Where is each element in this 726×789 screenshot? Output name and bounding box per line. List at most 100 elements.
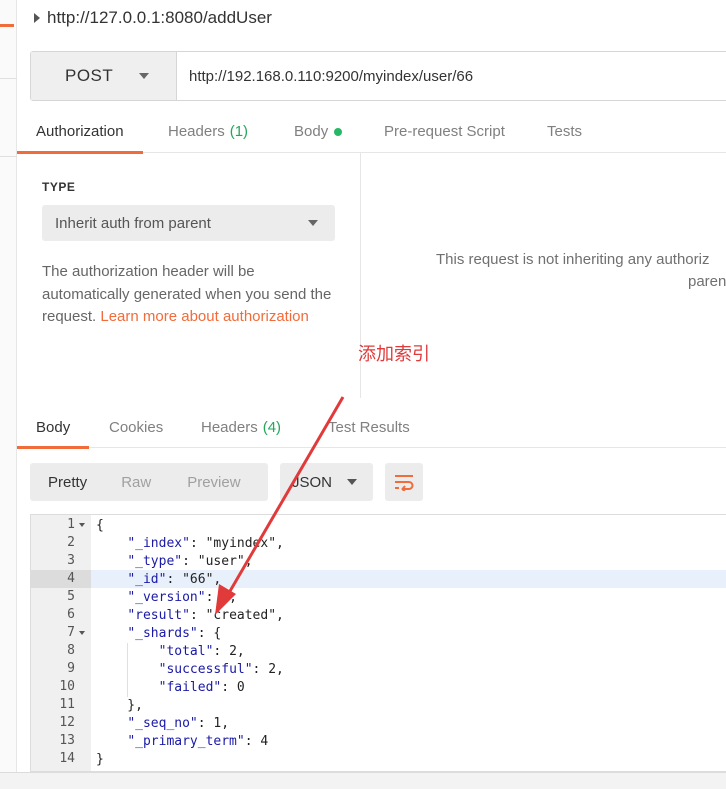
code-text: "_seq_no": 1,: [127, 715, 230, 731]
divider: [0, 78, 17, 79]
line-number: 11: [59, 697, 75, 712]
format-select[interactable]: JSON: [280, 463, 373, 501]
active-indicator: [0, 24, 14, 27]
pretty-button[interactable]: Pretty: [48, 474, 87, 491]
tab-label: Cookies: [109, 419, 164, 436]
line-number: 7: [31, 624, 91, 642]
code-text: },: [96, 697, 143, 713]
code-text: {: [96, 517, 104, 533]
tab-label: Pre-request Script: [384, 123, 505, 140]
auth-inherit-message-line2: paren: [688, 273, 726, 290]
tab-label: Headers: [201, 419, 258, 436]
caret-right-icon[interactable]: [34, 13, 40, 23]
auth-type-panel: TYPE Inherit auth from parent The author…: [17, 153, 361, 398]
divider: [0, 156, 17, 157]
code-line: 13 "_primary_term": 4: [31, 732, 726, 750]
wrap-lines-button[interactable]: [385, 463, 423, 501]
code-text: "_version": 1,: [127, 589, 237, 605]
tab-cookies[interactable]: Cookies: [109, 407, 163, 448]
code-line: 6 "result": "created",: [31, 606, 726, 624]
tab-count: (1): [229, 123, 249, 140]
tab-tests[interactable]: Tests: [547, 110, 582, 153]
tab-label: Headers: [168, 123, 225, 140]
url-input[interactable]: http://192.168.0.110:9200/myindex/user/6…: [177, 52, 473, 100]
line-number: 14: [59, 751, 75, 766]
raw-button[interactable]: Raw: [121, 474, 151, 491]
tab-response-headers[interactable]: Headers (4): [201, 407, 281, 448]
line-number: 12: [59, 715, 75, 730]
line-number: 2: [67, 535, 75, 550]
request-tabs: Authorization Headers (1) Body Pre-reque…: [17, 110, 726, 154]
code-line: 14}: [31, 750, 726, 768]
code-line: 10 "failed": 0: [31, 678, 726, 696]
fold-toggle-icon[interactable]: [79, 523, 85, 527]
tab-response-body[interactable]: Body: [17, 407, 90, 449]
tab-test-results[interactable]: Test Results: [328, 407, 410, 448]
fold-toggle-icon[interactable]: [79, 631, 85, 635]
authorization-link[interactable]: authorization: [223, 308, 309, 325]
code-text: "_index": "myindex",: [127, 535, 284, 551]
tab-headers[interactable]: Headers (1): [168, 110, 248, 153]
code-line: 4 "_id": "66",: [31, 570, 726, 588]
auth-inherit-message: This request is not inheriting any autho…: [436, 249, 726, 293]
method-select[interactable]: POST: [31, 52, 177, 100]
chevron-down-icon: [347, 479, 357, 485]
tab-label: Body: [294, 123, 329, 140]
line-number: 13: [59, 733, 75, 748]
type-label: TYPE: [42, 180, 76, 194]
code-line: 7 "_shards": {: [31, 624, 726, 642]
code-line: 1{: [31, 516, 726, 534]
code-line: 2 "_index": "myindex",: [31, 534, 726, 552]
sidebar-edge: [0, 0, 17, 789]
response-tabs: Body Cookies Headers (4) Test Results: [17, 407, 726, 449]
request-title-text: http://127.0.0.1:8080/addUser: [47, 8, 272, 27]
code-line: 8 "total": 2,: [31, 642, 726, 660]
code-text: "total": 2,: [158, 643, 245, 659]
tab-label: Test Results: [328, 419, 410, 436]
tab-pre-request-script[interactable]: Pre-request Script: [384, 110, 505, 153]
line-number: 10: [59, 679, 75, 694]
tab-label: Body: [36, 419, 71, 436]
auth-type-select[interactable]: Inherit auth from parent: [42, 205, 335, 241]
tab-body[interactable]: Body: [294, 110, 343, 153]
code-text: "_shards": {: [127, 625, 222, 641]
code-text: "result": "created",: [127, 607, 284, 623]
preview-button[interactable]: Preview: [187, 474, 240, 491]
tab-authorization[interactable]: Authorization: [17, 110, 143, 154]
url-bar: POST http://192.168.0.110:9200/myindex/u…: [30, 51, 726, 101]
format-value: JSON: [292, 473, 333, 491]
code-text: "failed": 0: [158, 679, 245, 695]
code-text: "_id": "66",: [127, 571, 222, 587]
tab-count: (4): [262, 419, 282, 436]
annotation-text: 添加索引: [358, 344, 430, 365]
line-number: 5: [67, 589, 75, 604]
auth-type-value: Inherit auth from parent: [55, 214, 211, 232]
line-number: 6: [67, 607, 75, 622]
response-body-editor[interactable]: 1{2 "_index": "myindex", 3 "_type": "user…: [30, 514, 726, 772]
learn-more-link[interactable]: Learn more about: [100, 308, 218, 325]
status-bar: [0, 772, 726, 789]
wrap-lines-icon: [395, 475, 414, 491]
code-text: "_type": "user",: [127, 553, 253, 569]
tab-label: Authorization: [36, 123, 124, 140]
line-number: 9: [67, 661, 75, 676]
code-text: }: [96, 751, 104, 767]
tab-label: Tests: [547, 123, 583, 140]
line-number: 4: [31, 570, 91, 588]
chevron-down-icon: [308, 220, 318, 226]
auth-description: The authorization header will be automat…: [42, 261, 342, 329]
chevron-down-icon: [139, 73, 150, 79]
code-line: 5 "_version": 1,: [31, 588, 726, 606]
code-text: "successful": 2,: [158, 661, 284, 677]
code-text: "_primary_term": 4: [127, 733, 269, 749]
auth-inherit-message-line1: This request is not inheriting any autho…: [436, 251, 710, 268]
line-number: 3: [67, 553, 75, 568]
line-number: 1: [31, 516, 91, 534]
status-dot-icon: [334, 127, 343, 136]
code-line: 12 "_seq_no": 1,: [31, 714, 726, 732]
request-title[interactable]: http://127.0.0.1:8080/addUser: [34, 8, 272, 28]
code-line: 9 "successful": 2,: [31, 660, 726, 678]
indent-guide: [127, 643, 128, 697]
method-label: POST: [65, 66, 114, 85]
view-mode-group: Pretty Raw Preview: [30, 463, 268, 501]
